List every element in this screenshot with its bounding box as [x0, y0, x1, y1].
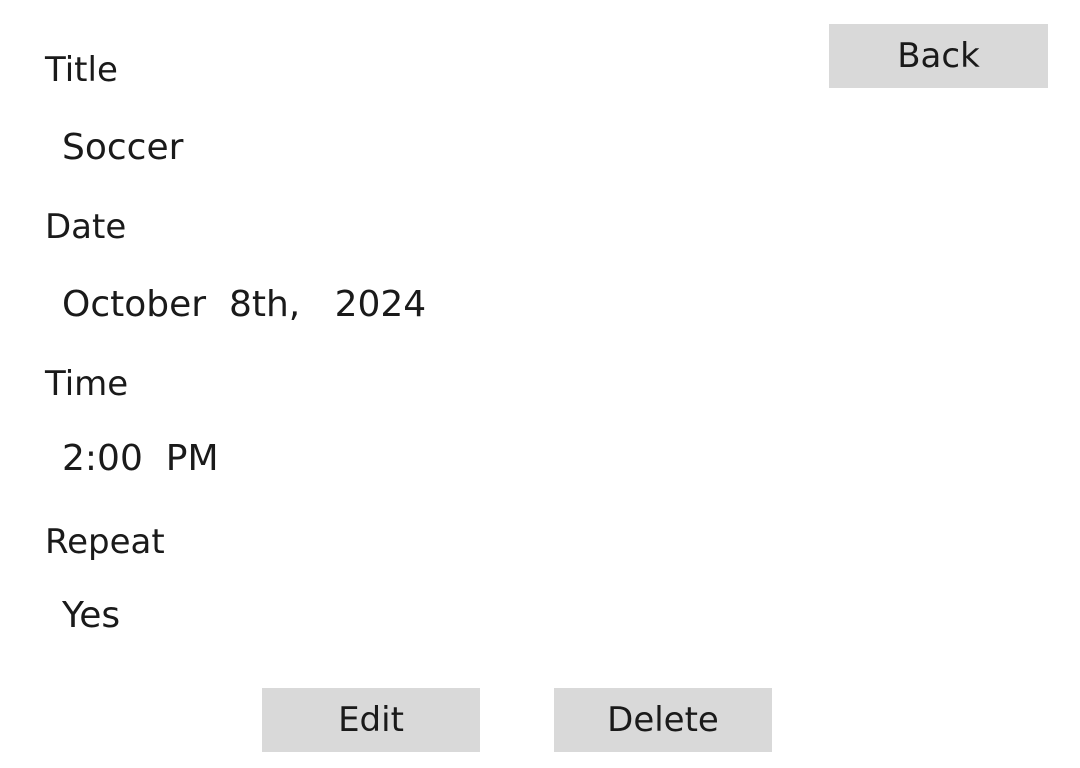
repeat-value: Yes — [62, 595, 121, 636]
delete-button[interactable]: Delete — [554, 688, 772, 752]
time-value: 2:00 PM — [62, 438, 219, 479]
repeat-label: Repeat — [45, 522, 165, 562]
edit-button[interactable]: Edit — [262, 688, 480, 752]
date-label: Date — [45, 207, 127, 247]
title-value: Soccer — [62, 127, 184, 168]
back-button[interactable]: Back — [829, 24, 1048, 88]
date-value: October 8th, 2024 — [62, 284, 427, 325]
time-label: Time — [45, 364, 129, 404]
title-label: Title — [45, 50, 118, 90]
